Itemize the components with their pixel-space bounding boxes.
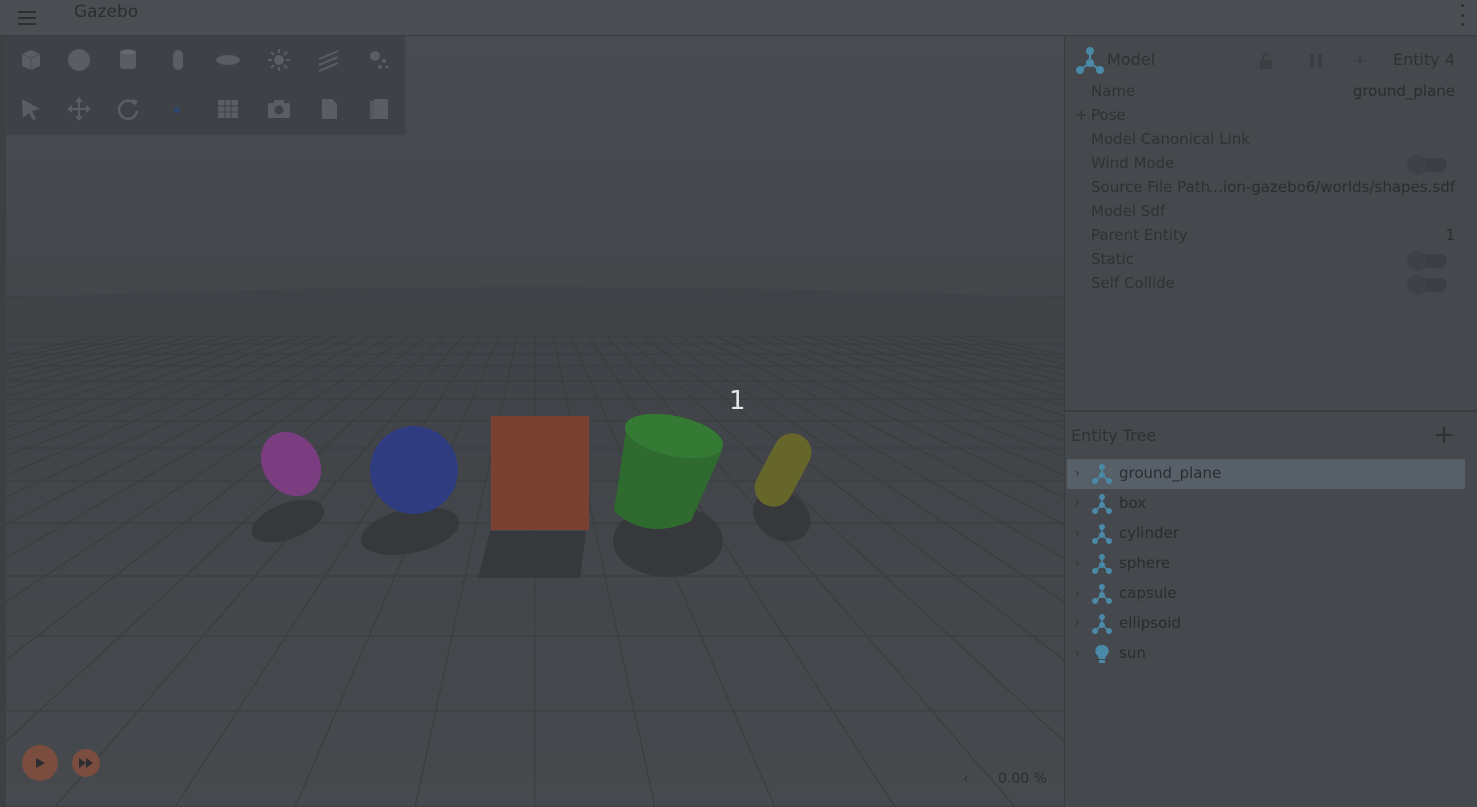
sphere-model[interactable] bbox=[370, 426, 458, 514]
model-icon bbox=[1091, 553, 1113, 575]
fast-forward-icon bbox=[79, 758, 93, 768]
panel-divider[interactable] bbox=[1065, 410, 1477, 412]
tree-item-label: capsule bbox=[1119, 584, 1177, 602]
box-model[interactable] bbox=[491, 416, 589, 530]
view-angle-icon[interactable] bbox=[161, 92, 195, 126]
property-label: Name bbox=[1091, 82, 1136, 100]
inspector-title: Model bbox=[1107, 50, 1156, 69]
tree-item-capsule[interactable]: › capsule bbox=[1067, 579, 1465, 609]
add-entity-button[interactable]: + bbox=[1433, 420, 1455, 450]
tree-item-label: sun bbox=[1119, 644, 1146, 662]
title-bar: Gazebo bbox=[0, 0, 1477, 36]
paste-icon[interactable] bbox=[362, 92, 396, 126]
property-value: 1 bbox=[1445, 226, 1455, 244]
sphere-icon[interactable] bbox=[62, 43, 96, 77]
model-icon bbox=[1091, 523, 1113, 545]
property-label: Model Sdf bbox=[1091, 202, 1166, 220]
model-icon bbox=[1091, 613, 1113, 635]
tree-item-ground-plane[interactable]: › ground_plane bbox=[1067, 459, 1465, 489]
point-light-icon[interactable] bbox=[362, 43, 396, 77]
cylinder-icon[interactable] bbox=[111, 43, 145, 77]
expand-arrow-icon[interactable]: › bbox=[1075, 526, 1080, 540]
tree-item-sphere[interactable]: › sphere bbox=[1067, 549, 1465, 579]
component-inspector-header: Model Entity 4 bbox=[1071, 46, 1471, 76]
grid-icon[interactable] bbox=[211, 92, 245, 126]
property-label: Source File Path bbox=[1091, 178, 1211, 196]
box-shadow bbox=[478, 531, 586, 578]
property-label[interactable]: Pose bbox=[1091, 106, 1126, 128]
tree-item-box[interactable]: › box bbox=[1067, 489, 1465, 519]
property-label: Parent Entity bbox=[1091, 226, 1188, 244]
property-label: Model Canonical Link bbox=[1091, 130, 1250, 148]
model-icon bbox=[1091, 583, 1113, 605]
scene-render bbox=[6, 36, 1064, 807]
expand-arrow-icon[interactable]: › bbox=[1075, 646, 1080, 660]
play-icon bbox=[36, 758, 45, 768]
tree-item-label: ellipsoid bbox=[1119, 614, 1181, 632]
shapes-toolbar bbox=[6, 36, 405, 135]
property-label: Static bbox=[1091, 250, 1134, 268]
box-icon[interactable] bbox=[14, 43, 48, 77]
tree-item-label: ground_plane bbox=[1119, 464, 1222, 482]
tree-item-label: sphere bbox=[1119, 554, 1171, 572]
translate-icon[interactable] bbox=[62, 92, 96, 126]
step-counter-label: 1 bbox=[729, 386, 746, 416]
expand-arrow-icon[interactable]: › bbox=[1075, 586, 1080, 600]
model-icon bbox=[1091, 463, 1113, 485]
hamburger-menu-icon[interactable] bbox=[14, 6, 42, 30]
tree-item-label: cylinder bbox=[1119, 524, 1179, 542]
app-title: Gazebo bbox=[74, 2, 139, 22]
step-forward-button[interactable] bbox=[72, 749, 100, 777]
property-value: ground_plane bbox=[1352, 82, 1455, 100]
tree-item-label: box bbox=[1119, 494, 1147, 512]
directional-light-icon[interactable] bbox=[312, 43, 346, 77]
right-panel: Model Entity 4 Name ground_plane + Pose Mode… bbox=[1064, 36, 1477, 807]
expand-arrow-icon[interactable]: › bbox=[1075, 496, 1080, 510]
screenshot-icon[interactable] bbox=[262, 92, 296, 126]
property-label: Wind Mode bbox=[1091, 154, 1175, 172]
tree-item-sun[interactable]: › sun bbox=[1067, 639, 1465, 669]
entity-id-label: Entity 4 bbox=[1393, 50, 1455, 69]
property-value: …ion-gazebo6/worlds/shapes.sdf bbox=[1207, 178, 1455, 196]
expand-arrow-icon[interactable]: › bbox=[1075, 556, 1080, 570]
capsule-icon[interactable] bbox=[161, 43, 195, 77]
select-arrow-icon[interactable] bbox=[14, 92, 48, 126]
expand-arrow-icon[interactable]: › bbox=[1075, 616, 1080, 630]
property-toggle[interactable] bbox=[1407, 155, 1447, 175]
property-toggle[interactable] bbox=[1407, 275, 1447, 295]
model-icon bbox=[1091, 493, 1113, 515]
model-icon bbox=[1076, 47, 1104, 74]
entity-tree-title: Entity Tree bbox=[1071, 426, 1157, 445]
rotate-icon[interactable] bbox=[111, 92, 145, 126]
add-icon[interactable] bbox=[1351, 52, 1369, 70]
pose-expand-icon[interactable]: + bbox=[1075, 106, 1088, 124]
pause-icon[interactable] bbox=[1307, 52, 1325, 70]
scene-3d-view[interactable] bbox=[6, 36, 1064, 807]
play-button[interactable] bbox=[22, 745, 58, 781]
tree-item-ellipsoid[interactable]: › ellipsoid bbox=[1067, 609, 1465, 639]
kebab-menu-icon[interactable] bbox=[1457, 4, 1467, 26]
real-time-factor: 0.00 % bbox=[998, 771, 1047, 787]
copy-icon[interactable] bbox=[312, 92, 346, 126]
property-toggle[interactable] bbox=[1407, 251, 1447, 271]
tree-item-cylinder[interactable]: › cylinder bbox=[1067, 519, 1465, 549]
property-label: Self Collide bbox=[1091, 274, 1175, 292]
light-icon bbox=[1091, 643, 1113, 665]
rtf-collapse-chevron-icon[interactable]: ‹ bbox=[963, 771, 969, 787]
expand-arrow-icon[interactable]: › bbox=[1075, 466, 1080, 480]
lock-icon[interactable] bbox=[1257, 52, 1275, 70]
ellipsoid-icon[interactable] bbox=[211, 43, 245, 77]
sun-light-icon[interactable] bbox=[262, 43, 296, 77]
